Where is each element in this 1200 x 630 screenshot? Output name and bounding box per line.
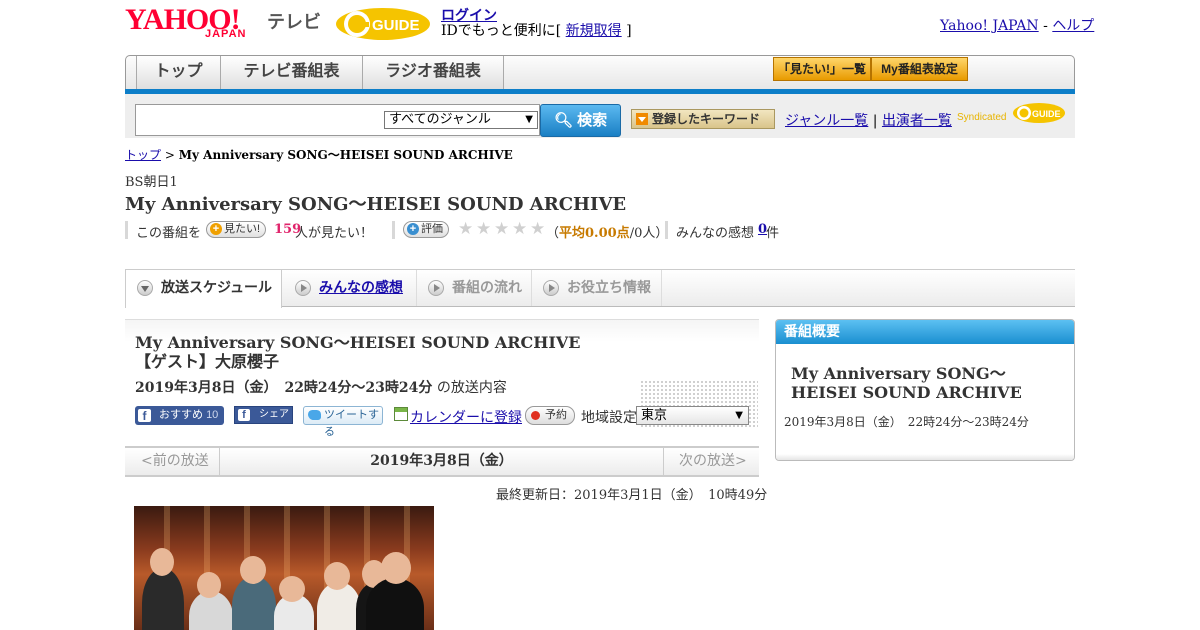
help-link[interactable]: ヘルプ — [1052, 18, 1094, 34]
pager-current-date: 2019年3月8日（金） — [219, 448, 664, 475]
record-dot-icon — [531, 411, 540, 420]
yahoo-japan-link[interactable]: Yahoo! JAPAN — [940, 18, 1039, 34]
search-button[interactable]: 🔍︎ 検索 — [540, 104, 621, 137]
impressions-label: みんなの感想 — [676, 226, 755, 241]
g-guide-small-logo: GUIDE — [1013, 103, 1065, 123]
syndicated-label: Syndicated — [957, 112, 1007, 123]
dropdown-arrow-icon — [636, 113, 648, 125]
play-arrow-icon — [543, 280, 559, 296]
program-photo — [134, 506, 434, 630]
registered-keywords-button[interactable]: 登録したキーワード — [631, 109, 775, 129]
svg-text:GUIDE: GUIDE — [1032, 109, 1061, 119]
tweet-button[interactable]: ツイートする — [303, 406, 383, 438]
broadcast-title: My Anniversary SONG～HEISEI SOUND ARCHIVE… — [135, 333, 597, 371]
chevron-down-icon — [137, 280, 153, 296]
search-links: ジャンル一覧 | 出演者一覧 — [785, 113, 952, 129]
summary-program-datetime: 2019年3月8日（金） 22時24分～23時24分 — [784, 415, 1029, 429]
my-schedule-button[interactable]: My番組表設定 — [871, 57, 968, 81]
channel-name: BS朝日1 — [125, 175, 178, 190]
star-icon[interactable]: ★ — [476, 220, 491, 238]
divider — [125, 221, 128, 239]
nav-tab-top[interactable]: トップ — [136, 56, 221, 92]
play-arrow-icon — [428, 280, 444, 296]
main-nav: トップ テレビ番組表 ラジオ番組表 「見たい!」一覧 My番組表設定 — [125, 55, 1075, 93]
next-broadcast-button[interactable]: 次の放送> — [679, 448, 747, 475]
region-select[interactable]: 東京 ▼ — [636, 406, 749, 425]
nav-tab-tv-schedule[interactable]: テレビ番組表 — [221, 56, 363, 92]
twitter-bird-icon — [308, 410, 321, 420]
program-tabs: 放送スケジュール みんなの感想 番組の流れ お役立ち情報 — [125, 269, 1075, 308]
signup-link[interactable]: 新規取得 — [566, 23, 622, 39]
calendar-icon — [394, 407, 408, 421]
tab-program-flow[interactable]: 番組の流れ — [417, 270, 532, 306]
want-suffix: 人が見たい！ — [295, 226, 374, 241]
g-guide-logo: GUIDE — [336, 8, 430, 40]
panel-footer — [776, 454, 1074, 460]
chevron-down-icon: ▼ — [525, 114, 533, 125]
chevron-down-icon: ▼ — [735, 410, 743, 421]
facebook-recommend-button[interactable]: f おすすめ 10 — [135, 406, 224, 425]
region-label: 地域設定 — [581, 410, 637, 426]
header-links: Yahoo! JAPAN - ヘルプ — [940, 18, 1095, 34]
last-updated: 最終更新日：2019年3月1日（金） 10時49分 — [496, 488, 768, 503]
genre-list-link[interactable]: ジャンル一覧 — [785, 113, 868, 129]
breadcrumb: トップ > My Anniversary SONG～HEISEI SOUND A… — [125, 148, 513, 162]
genre-select[interactable]: すべてのジャンル ▼ — [384, 111, 538, 129]
prev-broadcast-button[interactable]: <前の放送 — [141, 448, 209, 475]
rating-summary: （平均0.00点/0人） — [546, 226, 669, 241]
reserve-button[interactable]: 予約 — [525, 406, 575, 425]
program-stats-row: この番組を + 見たい! 159 人が見たい！ + 評価 ★ ★ ★ ★ ★ （平均… — [125, 220, 825, 241]
login-promo: IDでもっと便利に[ 新規取得 ] — [441, 23, 632, 39]
tab-broadcast-schedule[interactable]: 放送スケジュール — [125, 270, 282, 308]
program-summary-heading: 番組概要 — [776, 320, 1074, 344]
star-icon[interactable]: ★ — [458, 220, 473, 238]
summary-program-title: My Anniversary SONG～HEISEI SOUND ARCHIVE — [791, 364, 1022, 402]
tab-useful-info[interactable]: お役立ち情報 — [532, 270, 662, 306]
breadcrumb-current: My Anniversary SONG～HEISEI SOUND ARCHIVE — [178, 148, 513, 162]
play-arrow-icon — [295, 280, 311, 296]
star-icon[interactable]: ★ — [512, 220, 527, 238]
want-list-button[interactable]: 「見たい!」一覧 — [773, 57, 871, 81]
tv-logo-text[interactable]: テレビ — [267, 8, 321, 34]
nav-tab-radio-schedule[interactable]: ラジオ番組表 — [363, 56, 504, 92]
page-title: My Anniversary SONG～HEISEI SOUND ARCHIVE — [125, 194, 627, 215]
add-to-calendar-link[interactable]: カレンダーに登録 — [410, 407, 522, 427]
performers-list-link[interactable]: 出演者一覧 — [882, 113, 952, 129]
broadcast-datetime: 2019年3月8日（金） 22時24分～23時24分 の放送内容 — [135, 380, 507, 396]
tab-impressions[interactable]: みんなの感想 — [284, 270, 417, 306]
want-prefix: この番組を — [136, 226, 202, 241]
facebook-icon: f — [138, 409, 151, 423]
breadcrumb-top-link[interactable]: トップ — [125, 148, 161, 162]
plus-icon: + — [407, 223, 419, 235]
yahoo-japan-logo-text: JAPAN — [205, 28, 247, 40]
want-to-watch-button[interactable]: + 見たい! — [206, 221, 267, 238]
facebook-icon: f — [238, 409, 250, 421]
plus-icon: + — [210, 223, 222, 235]
star-icon[interactable]: ★ — [530, 220, 545, 238]
impressions-suffix: 件 — [766, 226, 780, 241]
star-icon[interactable]: ★ — [494, 220, 509, 238]
search-icon: 🔍︎ — [553, 112, 578, 129]
svg-text:GUIDE: GUIDE — [372, 17, 420, 34]
divider — [665, 221, 668, 239]
divider — [392, 221, 395, 239]
rate-button[interactable]: + 評価 — [403, 221, 449, 238]
facebook-share-button[interactable]: f シェア — [234, 406, 293, 424]
broadcast-pager: <前の放送 2019年3月8日（金） 次の放送> — [125, 446, 759, 477]
